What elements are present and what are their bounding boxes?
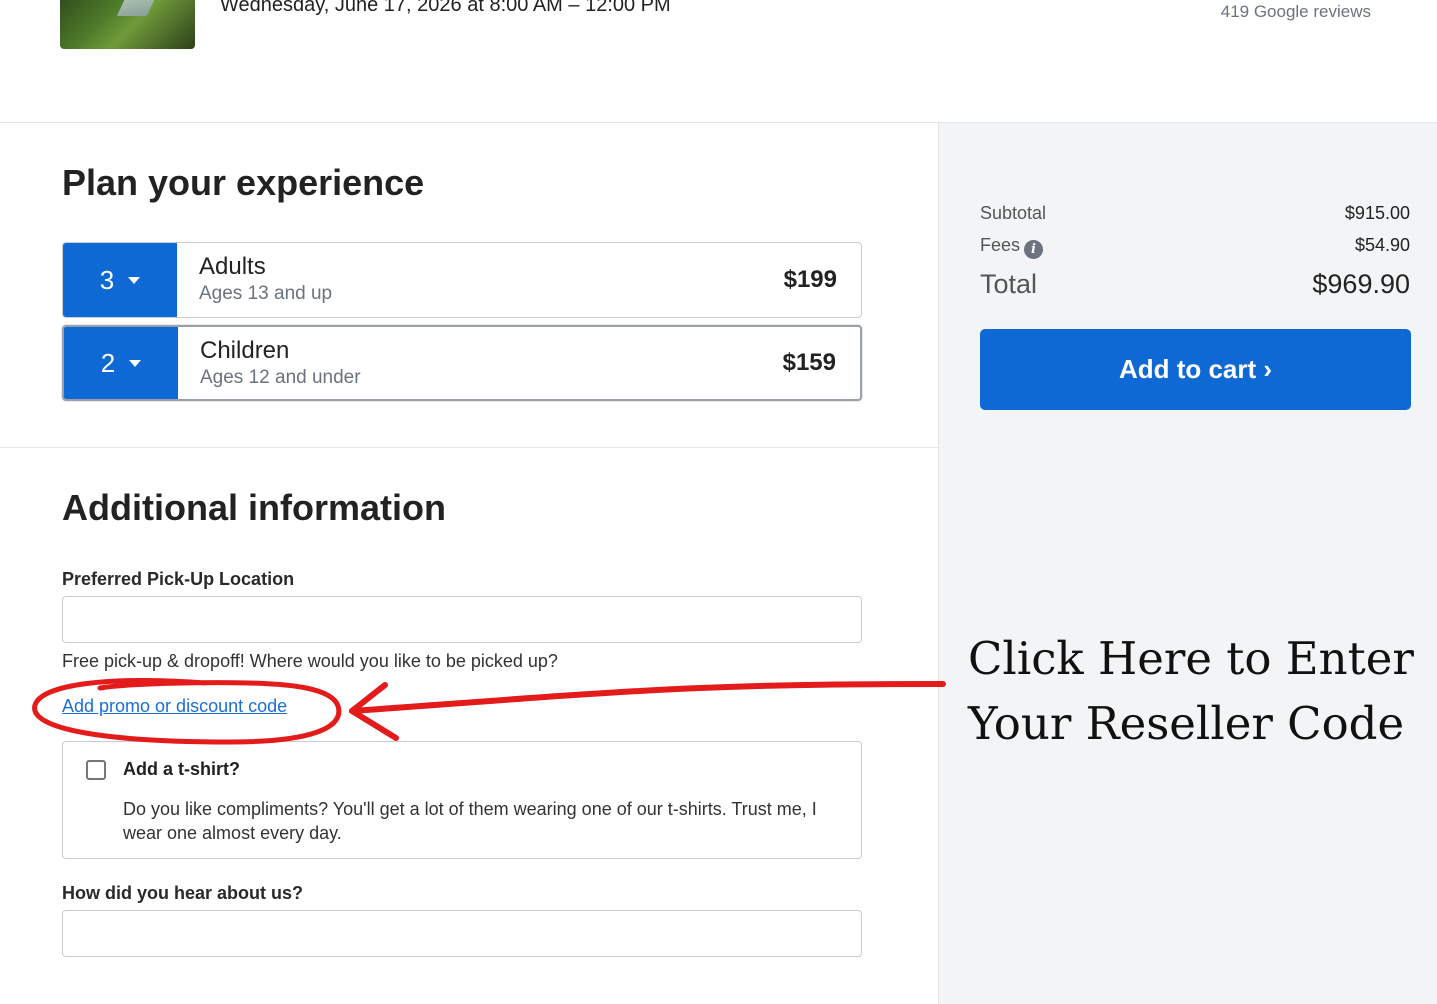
annotation-line-2: Your Reseller Code: [968, 697, 1405, 750]
referral-source-label: How did you hear about us?: [62, 883, 304, 903]
info-icon[interactable]: i: [1024, 240, 1044, 259]
event-date: Wednesday, June 17, 2026 at 8:00 AM – 12…: [220, 0, 671, 16]
add-to-cart-button[interactable]: Add to cart ›: [980, 329, 1411, 410]
tour-thumbnail: [60, 0, 195, 49]
fees-row: Fees i $54.90: [980, 235, 1410, 259]
ticket-row-children: 2 Children Ages 12 and under $159: [62, 325, 862, 401]
fees-value: $54.90: [1354, 235, 1410, 255]
tshirt-addon-card[interactable]: Add a t-shirt? Do you like compliments? …: [62, 741, 862, 859]
fees-label-group: Fees i: [980, 235, 1044, 259]
children-quantity-select[interactable]: 2: [64, 327, 178, 399]
add-promo-code-link[interactable]: Add promo or discount code: [62, 696, 287, 717]
total-value: $969.90: [1312, 269, 1410, 299]
ticket-info: Children Ages 12 and under: [178, 327, 750, 399]
plan-heading: Plan your experience: [62, 162, 425, 203]
total-row: Total $969.90: [980, 269, 1410, 300]
chevron-down-icon: [129, 359, 142, 367]
total-label: Total: [980, 269, 1038, 299]
fees-label: Fees: [980, 235, 1021, 255]
annotation-text: Click Here to Enter Your Reseller Code: [968, 626, 1414, 756]
annotation-arrow-head: [349, 682, 399, 741]
children-quantity-value: 2: [100, 347, 116, 378]
ticket-name: Children: [200, 337, 290, 364]
subtotal-row: Subtotal $915.00: [980, 203, 1410, 224]
ticket-info: Adults Ages 13 and up: [177, 243, 751, 317]
chevron-down-icon: [128, 276, 141, 284]
annotation-arrow-shaft: [349, 681, 946, 714]
adults-quantity-value: 3: [99, 264, 115, 295]
additional-info-heading: Additional information: [62, 487, 446, 528]
order-summary-panel: Subtotal $915.00 Fees i $54.90 Total $969…: [938, 123, 1437, 1004]
tshirt-title: Add a t-shirt?: [123, 759, 240, 779]
pickup-location-input[interactable]: [62, 596, 862, 643]
subtotal-label: Subtotal: [980, 203, 1047, 223]
ticket-name: Adults: [199, 253, 266, 280]
google-reviews-link[interactable]: 419 Google reviews: [1221, 2, 1371, 22]
ticket-age-range: Ages 12 and under: [200, 367, 361, 388]
referral-source-input[interactable]: [62, 910, 862, 957]
ticket-price: $199: [783, 266, 837, 293]
subtotal-value: $915.00: [1344, 203, 1410, 223]
annotation-line-1: Click Here to Enter: [968, 632, 1414, 685]
pickup-location-label: Preferred Pick-Up Location: [62, 569, 295, 589]
ticket-price: $159: [782, 349, 836, 376]
tshirt-checkbox[interactable]: [86, 760, 106, 780]
tshirt-description: Do you like compliments? You'll get a lo…: [123, 799, 817, 843]
pickup-location-help: Free pick-up & dropoff! Where would you …: [62, 651, 558, 671]
section-divider: [0, 447, 938, 448]
ticket-row-adults: 3 Adults Ages 13 and up $199: [62, 242, 862, 318]
ticket-age-range: Ages 13 and up: [199, 283, 333, 304]
adults-quantity-select[interactable]: 3: [63, 243, 177, 317]
